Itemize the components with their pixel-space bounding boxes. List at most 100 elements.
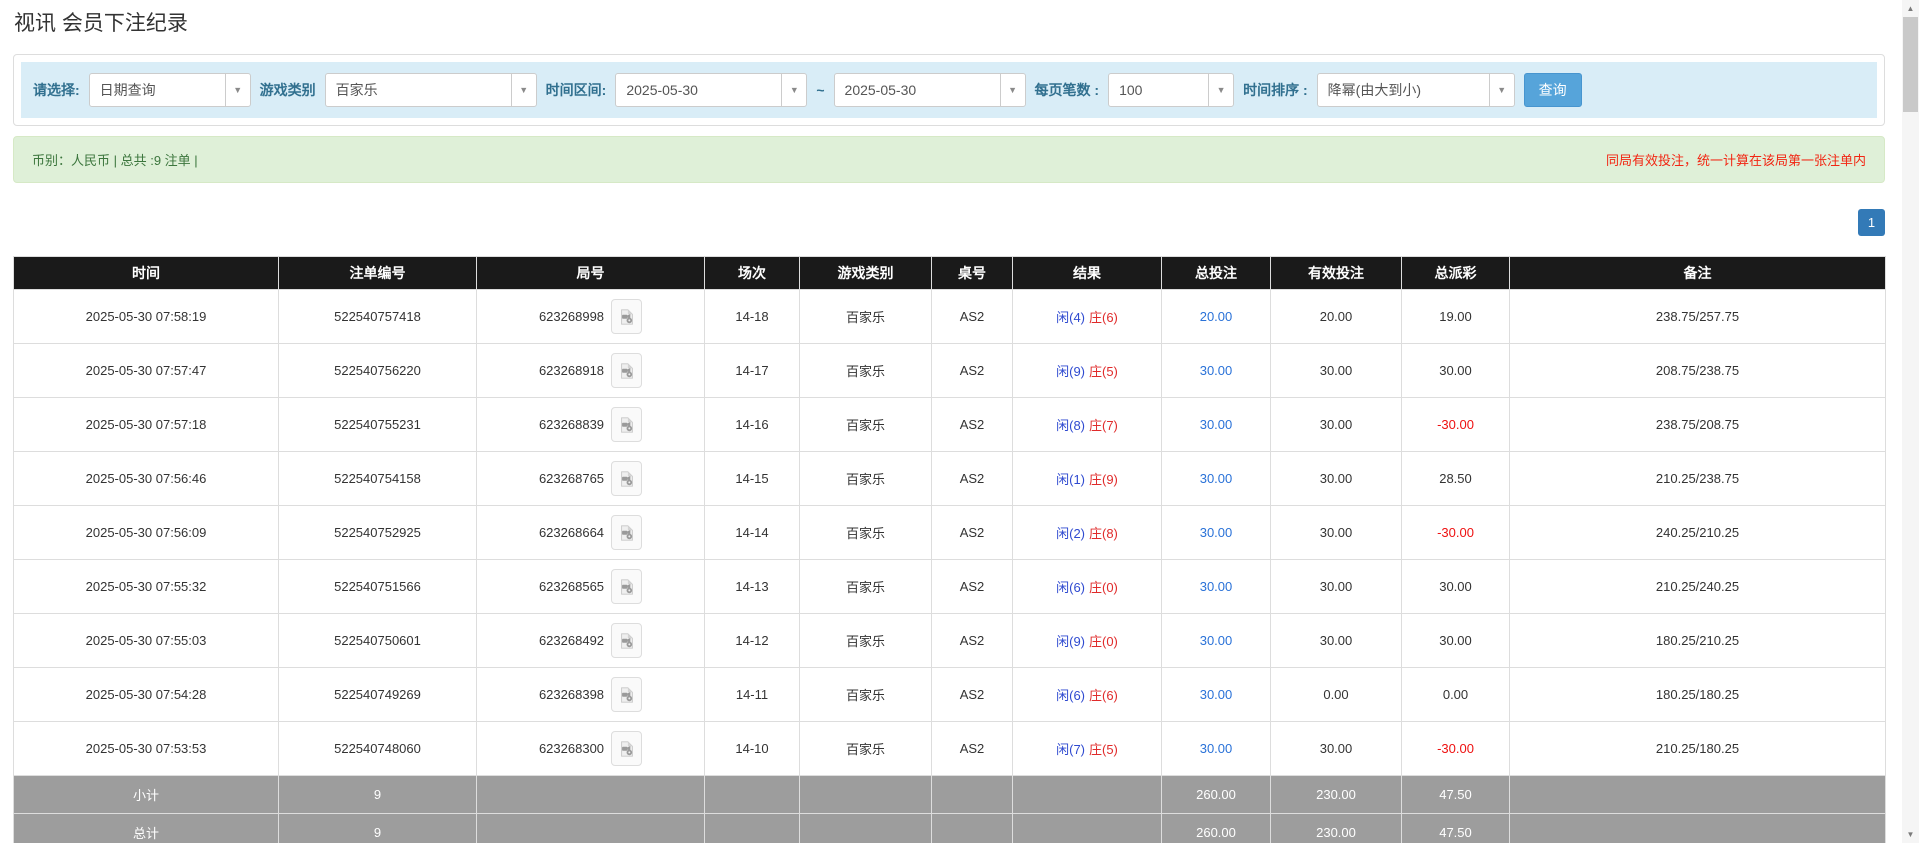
time-cell: 2025-05-30 07:57:47 [14, 344, 279, 398]
footer-empty-cell [705, 814, 800, 843]
game-type-cell: 百家乐 [800, 398, 932, 452]
scroll-down-icon[interactable]: ▼ [1902, 826, 1919, 843]
footer-empty-cell [705, 776, 800, 814]
page-size-select[interactable]: 100 ▼ [1108, 73, 1234, 107]
result-banker: 庄(6) [1089, 310, 1118, 325]
result-cell: 闲(9) 庄(0) [1013, 614, 1162, 668]
result-player: 闲(7) [1056, 742, 1085, 757]
pagination-page-1-button[interactable]: 1 [1858, 209, 1885, 236]
total-bet-link[interactable]: 30.00 [1200, 417, 1233, 432]
date-from-select[interactable]: 2025-05-30 ▼ [615, 73, 807, 107]
total-bet-link[interactable]: 30.00 [1200, 525, 1233, 540]
result-cell: 闲(6) 庄(0) [1013, 560, 1162, 614]
video-replay-button[interactable] [611, 677, 642, 712]
column-header: 局号 [477, 257, 705, 290]
game-type-cell: 百家乐 [800, 506, 932, 560]
footer-label-cell: 小计 [14, 776, 279, 814]
total-bet-link[interactable]: 30.00 [1200, 741, 1233, 756]
result-player: 闲(9) [1056, 364, 1085, 379]
result-player: 闲(9) [1056, 634, 1085, 649]
result-player: 闲(8) [1056, 418, 1085, 433]
total-bet-link[interactable]: 30.00 [1200, 687, 1233, 702]
result-cell: 闲(9) 庄(5) [1013, 344, 1162, 398]
video-icon [618, 524, 636, 542]
note-cell: 210.25/180.25 [1510, 722, 1886, 776]
video-icon [618, 362, 636, 380]
video-replay-button[interactable] [611, 731, 642, 766]
note-cell: 208.75/238.75 [1510, 344, 1886, 398]
table-row: 2025-05-30 07:56:09522540752925623268664… [14, 506, 1886, 560]
bet-id-cell: 522540748060 [279, 722, 477, 776]
footer-count-cell: 9 [279, 814, 477, 843]
total-bet-cell: 30.00 [1162, 398, 1271, 452]
footer-payout-cell: 47.50 [1402, 814, 1510, 843]
video-replay-button[interactable] [611, 353, 642, 388]
total-bet-link[interactable]: 30.00 [1200, 633, 1233, 648]
table-no-cell: AS2 [932, 398, 1013, 452]
summary-bar: 币别：人民币 | 总共 :9 注单 | 同局有效投注，统一计算在该局第一张注单内 [13, 136, 1885, 183]
video-icon [618, 470, 636, 488]
video-replay-button[interactable] [611, 623, 642, 658]
date-to-select[interactable]: 2025-05-30 ▼ [834, 73, 1026, 107]
time-cell: 2025-05-30 07:55:32 [14, 560, 279, 614]
game-type-cell: 百家乐 [800, 452, 932, 506]
date-range-separator: ~ [816, 82, 824, 98]
video-replay-button[interactable] [611, 569, 642, 604]
footer-label-cell: 总计 [14, 814, 279, 843]
chevron-down-icon: ▼ [781, 74, 806, 106]
video-replay-button[interactable] [611, 515, 642, 550]
scrollbar-thumb[interactable] [1903, 17, 1918, 112]
total-bet-cell: 30.00 [1162, 560, 1271, 614]
total-bet-link[interactable]: 30.00 [1200, 471, 1233, 486]
bet-id-cell: 522540756220 [279, 344, 477, 398]
table-no-cell: AS2 [932, 344, 1013, 398]
scroll-up-icon[interactable]: ▲ [1902, 0, 1919, 17]
column-header: 结果 [1013, 257, 1162, 290]
result-banker: 庄(0) [1089, 580, 1118, 595]
valid-bet-cell: 30.00 [1271, 344, 1402, 398]
game-type-value: 百家乐 [326, 74, 511, 106]
result-player: 闲(6) [1056, 580, 1085, 595]
page-title: 视讯 会员下注纪录 [14, 10, 1919, 38]
table-row: 2025-05-30 07:56:46522540754158623268765… [14, 452, 1886, 506]
footer-empty-cell [477, 814, 705, 843]
total-bet-link[interactable]: 20.00 [1200, 309, 1233, 324]
game-type-cell: 百家乐 [800, 722, 932, 776]
result-banker: 庄(5) [1089, 364, 1118, 379]
video-replay-button[interactable] [611, 407, 642, 442]
result-player: 闲(1) [1056, 472, 1085, 487]
query-type-value: 日期查询 [90, 74, 225, 106]
payout-cell: 30.00 [1402, 614, 1510, 668]
table-no-cell: AS2 [932, 560, 1013, 614]
table-row: 2025-05-30 07:53:53522540748060623268300… [14, 722, 1886, 776]
column-header: 总投注 [1162, 257, 1271, 290]
sort-select[interactable]: 降幂(由大到小) ▼ [1317, 73, 1515, 107]
game-type-select[interactable]: 百家乐 ▼ [325, 73, 537, 107]
payout-cell: 28.50 [1402, 452, 1510, 506]
round-id: 623268565 [539, 579, 604, 594]
query-type-select[interactable]: 日期查询 ▼ [89, 73, 251, 107]
time-cell: 2025-05-30 07:58:19 [14, 290, 279, 344]
note-cell: 238.75/257.75 [1510, 290, 1886, 344]
total-bet-link[interactable]: 30.00 [1200, 579, 1233, 594]
round-id: 623268398 [539, 687, 604, 702]
total-bet-cell: 30.00 [1162, 344, 1271, 398]
search-button[interactable]: 查询 [1524, 73, 1582, 107]
result-cell: 闲(4)庄(6) [1013, 290, 1162, 344]
table-row: 2025-05-30 07:57:47522540756220623268918… [14, 344, 1886, 398]
total-bet-cell: 30.00 [1162, 668, 1271, 722]
result-cell: 闲(2)庄(8) [1013, 506, 1162, 560]
session-cell: 14-17 [705, 344, 800, 398]
page-size-value: 100 [1109, 74, 1208, 106]
note-cell: 210.25/240.25 [1510, 560, 1886, 614]
round-cell: 623268664 [477, 506, 705, 560]
column-header: 桌号 [932, 257, 1013, 290]
note-cell: 180.25/180.25 [1510, 668, 1886, 722]
payout-cell: 30.00 [1402, 344, 1510, 398]
video-replay-button[interactable] [611, 461, 642, 496]
result-banker: 庄(0) [1089, 634, 1118, 649]
scrollbar[interactable]: ▲ ▼ [1902, 0, 1919, 843]
total-bet-link[interactable]: 30.00 [1200, 363, 1233, 378]
video-replay-button[interactable] [611, 299, 642, 334]
video-icon [618, 740, 636, 758]
